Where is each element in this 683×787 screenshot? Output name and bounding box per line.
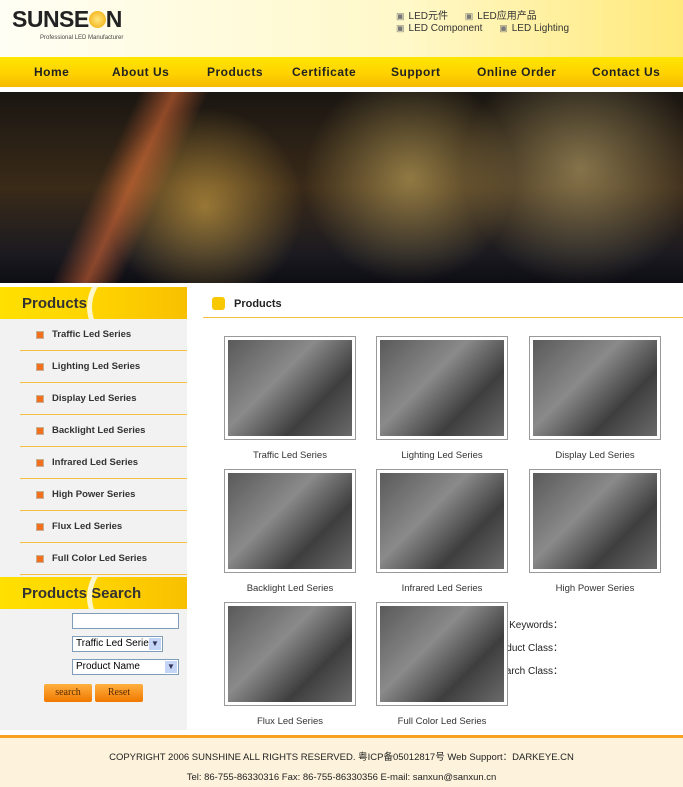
product-card[interactable]: Infrared Led Series bbox=[376, 469, 508, 594]
nav-support[interactable]: Support bbox=[391, 65, 441, 79]
sidebar-item[interactable]: Full Color Led Series bbox=[20, 543, 187, 575]
top-link[interactable]: ▣ LED应用产品 bbox=[465, 11, 537, 22]
product-card[interactable]: Backlight Led Series bbox=[224, 469, 356, 594]
search-button[interactable]: search bbox=[44, 684, 92, 702]
product-label[interactable]: Traffic Led Series bbox=[224, 450, 356, 461]
products-search: Products Search bbox=[0, 577, 187, 730]
sidebar-header: Products bbox=[0, 287, 187, 319]
bullet-icon bbox=[36, 362, 44, 371]
nav-contact[interactable]: Contact Us bbox=[592, 65, 660, 79]
page-icon: ▣ bbox=[396, 11, 405, 21]
main-nav: Home About Us Products Certificate Suppo… bbox=[0, 57, 683, 87]
product-image[interactable] bbox=[529, 336, 661, 440]
bullet-icon bbox=[36, 330, 44, 339]
product-image[interactable] bbox=[376, 336, 508, 440]
nav-online-order[interactable]: Online Order bbox=[477, 65, 556, 79]
product-card[interactable]: Full Color Led Series bbox=[376, 602, 508, 727]
product-image[interactable] bbox=[376, 602, 508, 706]
search-header: Products Search bbox=[0, 577, 187, 609]
product-label[interactable]: Infrared Led Series bbox=[376, 583, 508, 594]
product-card[interactable]: Traffic Led Series bbox=[224, 336, 356, 461]
copyright: COPYRIGHT 2006 SUNSHINE ALL RIGHTS RESER… bbox=[109, 752, 574, 763]
keywords-input[interactable] bbox=[72, 613, 179, 629]
bullet-icon bbox=[36, 554, 44, 563]
nav-home[interactable]: Home bbox=[34, 65, 69, 79]
product-card[interactable]: Flux Led Series bbox=[224, 602, 356, 727]
banner-image bbox=[0, 92, 683, 283]
chevron-down-icon: ▼ bbox=[149, 638, 161, 650]
nav-certificate[interactable]: Certificate bbox=[292, 65, 356, 79]
product-label[interactable]: High Power Series bbox=[529, 583, 661, 594]
top-link[interactable]: ▣ LED元件 bbox=[396, 11, 448, 22]
bullet-icon bbox=[36, 394, 44, 403]
logo[interactable]: SUNSE N bbox=[12, 6, 122, 33]
product-image[interactable] bbox=[224, 469, 356, 573]
product-class-select[interactable]: Traffic Led Series ▼ bbox=[72, 636, 163, 652]
page-icon: ▣ bbox=[396, 23, 405, 33]
tagline: Professional LED Manufacturer bbox=[40, 35, 124, 41]
keywords-label: Keywords： bbox=[509, 620, 563, 631]
bullet-icon bbox=[36, 458, 44, 467]
sidebar-item[interactable]: Traffic Led Series bbox=[20, 319, 187, 351]
page-icon: ▣ bbox=[464, 11, 474, 21]
top-link[interactable]: ▣ LED Lighting bbox=[499, 23, 569, 34]
nav-products[interactable]: Products bbox=[207, 65, 263, 79]
product-label[interactable]: Flux Led Series bbox=[224, 716, 356, 727]
page-icon: ▣ bbox=[499, 23, 508, 33]
top-link[interactable]: ▣ LED Component bbox=[396, 23, 482, 34]
bullet-icon bbox=[36, 490, 44, 499]
product-label[interactable]: Display Led Series bbox=[529, 450, 661, 461]
sidebar-item[interactable]: Backlight Led Series bbox=[20, 415, 187, 447]
product-label[interactable]: Lighting Led Series bbox=[376, 450, 508, 461]
product-label[interactable]: Backlight Led Series bbox=[224, 583, 356, 594]
product-image[interactable] bbox=[376, 469, 508, 573]
chevron-down-icon: ▼ bbox=[165, 661, 177, 673]
sidebar-item[interactable]: Flux Led Series bbox=[20, 511, 187, 543]
sidebar-item[interactable]: High Power Series bbox=[20, 479, 187, 511]
sidebar-item[interactable]: Infrared Led Series bbox=[20, 447, 187, 479]
top-links-row1: ▣ LED元件 ▣ LED应用产品 bbox=[396, 7, 551, 22]
section-icon bbox=[212, 297, 225, 310]
product-label[interactable]: Full Color Led Series bbox=[376, 716, 508, 727]
bullet-icon bbox=[36, 426, 44, 435]
product-card[interactable]: High Power Series bbox=[529, 469, 661, 594]
reset-button[interactable]: Reset bbox=[95, 684, 143, 702]
product-image[interactable] bbox=[224, 336, 356, 440]
search-class-select[interactable]: Product Name ▼ bbox=[72, 659, 179, 675]
nav-about[interactable]: About Us bbox=[112, 65, 169, 79]
contact-info: Tel: 86-755-86330316 Fax: 86-755-8633035… bbox=[186, 772, 497, 783]
sidebar-item[interactable]: Lighting Led Series bbox=[20, 351, 187, 383]
section-title: Products bbox=[203, 291, 683, 318]
header: SUNSE N Professional LED Manufacturer ▣ LE… bbox=[0, 0, 683, 57]
sidebar-item[interactable]: Display Led Series bbox=[20, 383, 187, 415]
footer: COPYRIGHT 2006 SUNSHINE ALL RIGHTS RESER… bbox=[0, 735, 683, 787]
product-card[interactable]: Lighting Led Series bbox=[376, 336, 508, 461]
product-image[interactable] bbox=[224, 602, 356, 706]
product-image[interactable] bbox=[529, 469, 661, 573]
bullet-icon bbox=[36, 522, 44, 531]
product-card[interactable]: Display Led Series bbox=[529, 336, 661, 461]
top-links-row2: ▣ LED Component ▣ LED Lighting bbox=[396, 23, 583, 34]
